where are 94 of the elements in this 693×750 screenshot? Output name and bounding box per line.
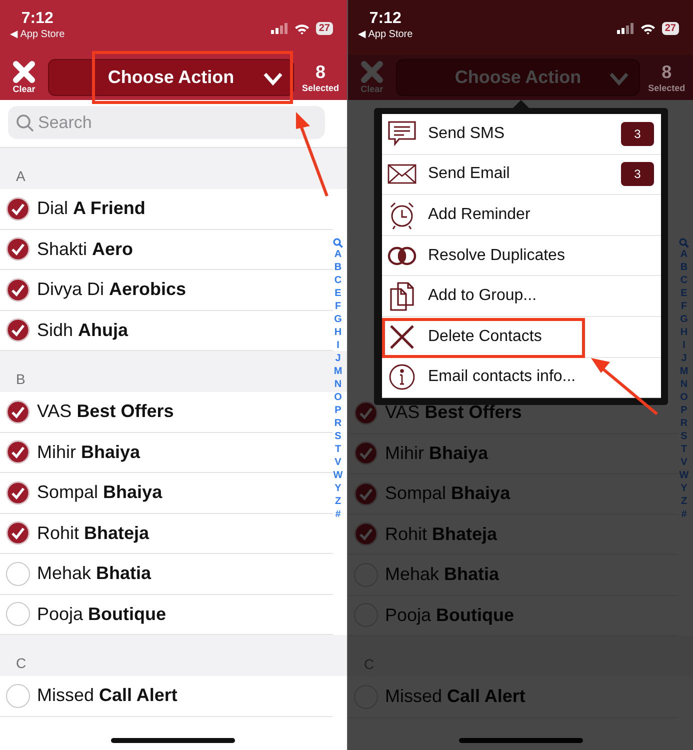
- index-letter[interactable]: P: [334, 404, 342, 417]
- search-field[interactable]: Search: [8, 106, 325, 139]
- contact-name: Rohit Bhateja: [385, 524, 498, 545]
- check-circle[interactable]: [6, 562, 30, 586]
- status-time: 7:12: [369, 10, 402, 28]
- arrow: [589, 356, 661, 418]
- signal-icon: [616, 23, 634, 34]
- check-circle[interactable]: [6, 237, 30, 262]
- index-letter[interactable]: C: [334, 274, 342, 287]
- documents-icon: [387, 281, 417, 312]
- back-link[interactable]: ◀ App Store: [358, 28, 413, 41]
- check-circle[interactable]: [6, 480, 30, 505]
- contact-name: Shakti Aero: [37, 238, 134, 260]
- contact-name: Sompal Bhaiya: [385, 483, 510, 504]
- battery-icon: 27: [316, 22, 333, 35]
- menu-item[interactable]: Send Email 3: [382, 154, 661, 196]
- contact-row[interactable]: Shakti Aero: [0, 230, 333, 270]
- battery-icon: 27: [662, 22, 679, 35]
- section-header: B: [16, 371, 26, 387]
- index-letter[interactable]: I: [336, 339, 340, 352]
- contact-name: Sompal Bhaiya: [37, 482, 162, 504]
- check-circle[interactable]: [6, 318, 30, 342]
- choose-action-dropdown[interactable]: Choose Action: [48, 59, 294, 96]
- index-letter[interactable]: O: [334, 391, 342, 404]
- index-letter[interactable]: V: [334, 456, 342, 469]
- contact-name: Missed Call Alert: [385, 686, 526, 708]
- contact-row[interactable]: Mehak Bhatia: [0, 554, 333, 594]
- contact-name: Mehak Bhatia: [385, 564, 500, 586]
- index-letter[interactable]: F: [334, 300, 342, 313]
- contact-name: Dial A Friend: [37, 198, 146, 220]
- contact-row[interactable]: Dial A Friend: [0, 189, 333, 230]
- signal-icon: [270, 23, 288, 34]
- contact-row[interactable]: Mihir Bhaiya: [0, 432, 333, 473]
- contact-name: Mehak Bhatia: [37, 563, 152, 584]
- index-letter[interactable]: G: [334, 313, 342, 326]
- index-letter[interactable]: Y: [334, 482, 342, 495]
- contact-name: Pooja Boutique: [385, 604, 514, 626]
- check-circle[interactable]: [6, 278, 30, 302]
- section-header: A: [16, 168, 26, 184]
- message-icon: [387, 118, 417, 149]
- contact-row[interactable]: Sompal Bhaiya: [0, 473, 333, 514]
- info-icon: [387, 362, 417, 392]
- index-letter[interactable]: W: [333, 469, 343, 482]
- selected-count: 8: [662, 62, 672, 82]
- index-letter[interactable]: M: [334, 365, 342, 378]
- check-circle[interactable]: [6, 602, 30, 626]
- close-icon: [13, 61, 35, 83]
- contact-row[interactable]: VAS Best Offers: [0, 392, 333, 432]
- index-letter[interactable]: N: [334, 378, 342, 391]
- index-letter[interactable]: E: [334, 287, 342, 300]
- chevron-icon: [263, 72, 283, 86]
- menu-item[interactable]: Resolve Duplicates: [382, 236, 661, 276]
- count-badge: 3: [621, 162, 654, 186]
- contact-name: Sidh Ahuja: [37, 320, 128, 341]
- index-letter[interactable]: H: [334, 326, 342, 339]
- check-circle[interactable]: [6, 440, 30, 464]
- index-letter[interactable]: S: [334, 430, 342, 443]
- selected-label: Selected: [648, 82, 686, 94]
- index-letter[interactable]: R: [334, 417, 342, 430]
- menu-item[interactable]: Send SMS 3: [382, 114, 661, 155]
- index-letter[interactable]: A: [334, 248, 342, 261]
- contact-name: Divya Di Aerobics: [37, 279, 186, 300]
- contact-name: Mihir Bhaiya: [37, 442, 140, 463]
- contact-row[interactable]: Missed Call Alert: [0, 676, 333, 716]
- contact-name: Mihir Bhaiya: [385, 442, 488, 464]
- check-circle[interactable]: [6, 521, 30, 546]
- status-time: 7:12: [21, 10, 54, 28]
- menu-item[interactable]: Delete Contacts: [382, 316, 661, 358]
- back-link[interactable]: ◀ App Store: [10, 28, 65, 41]
- wifi-icon: [294, 22, 310, 34]
- contact-name: Pooja Boutique: [37, 604, 166, 625]
- wifi-icon: [640, 22, 656, 34]
- count-badge: 3: [621, 122, 654, 146]
- check-circle[interactable]: [6, 196, 30, 221]
- contact-name: Missed Call Alert: [37, 685, 178, 706]
- index-letter[interactable]: B: [334, 261, 342, 274]
- check-circle[interactable]: [6, 684, 30, 708]
- menu-item[interactable]: Add Reminder: [382, 195, 661, 236]
- index-letter[interactable]: #: [335, 508, 341, 521]
- selected-label: Selected: [302, 82, 340, 94]
- contact-name: VAS Best Offers: [385, 402, 522, 424]
- index-letter[interactable]: T: [334, 443, 342, 456]
- contact-row[interactable]: Rohit Bhateja: [0, 514, 333, 554]
- section-header: C: [16, 655, 26, 671]
- index-letter[interactable]: Z: [334, 495, 342, 508]
- contact-name: VAS Best Offers: [37, 401, 174, 422]
- contact-name: Rohit Bhateja: [37, 522, 150, 544]
- index-letter[interactable]: J: [335, 352, 341, 365]
- selected-count: 8: [315, 62, 326, 82]
- check-circle[interactable]: [6, 400, 30, 424]
- clear-button[interactable]: Clear: [0, 58, 48, 98]
- contact-row[interactable]: Divya Di Aerobics: [0, 270, 333, 310]
- search-icon[interactable]: [333, 238, 343, 248]
- menu-item[interactable]: Add to Group...: [382, 276, 661, 317]
